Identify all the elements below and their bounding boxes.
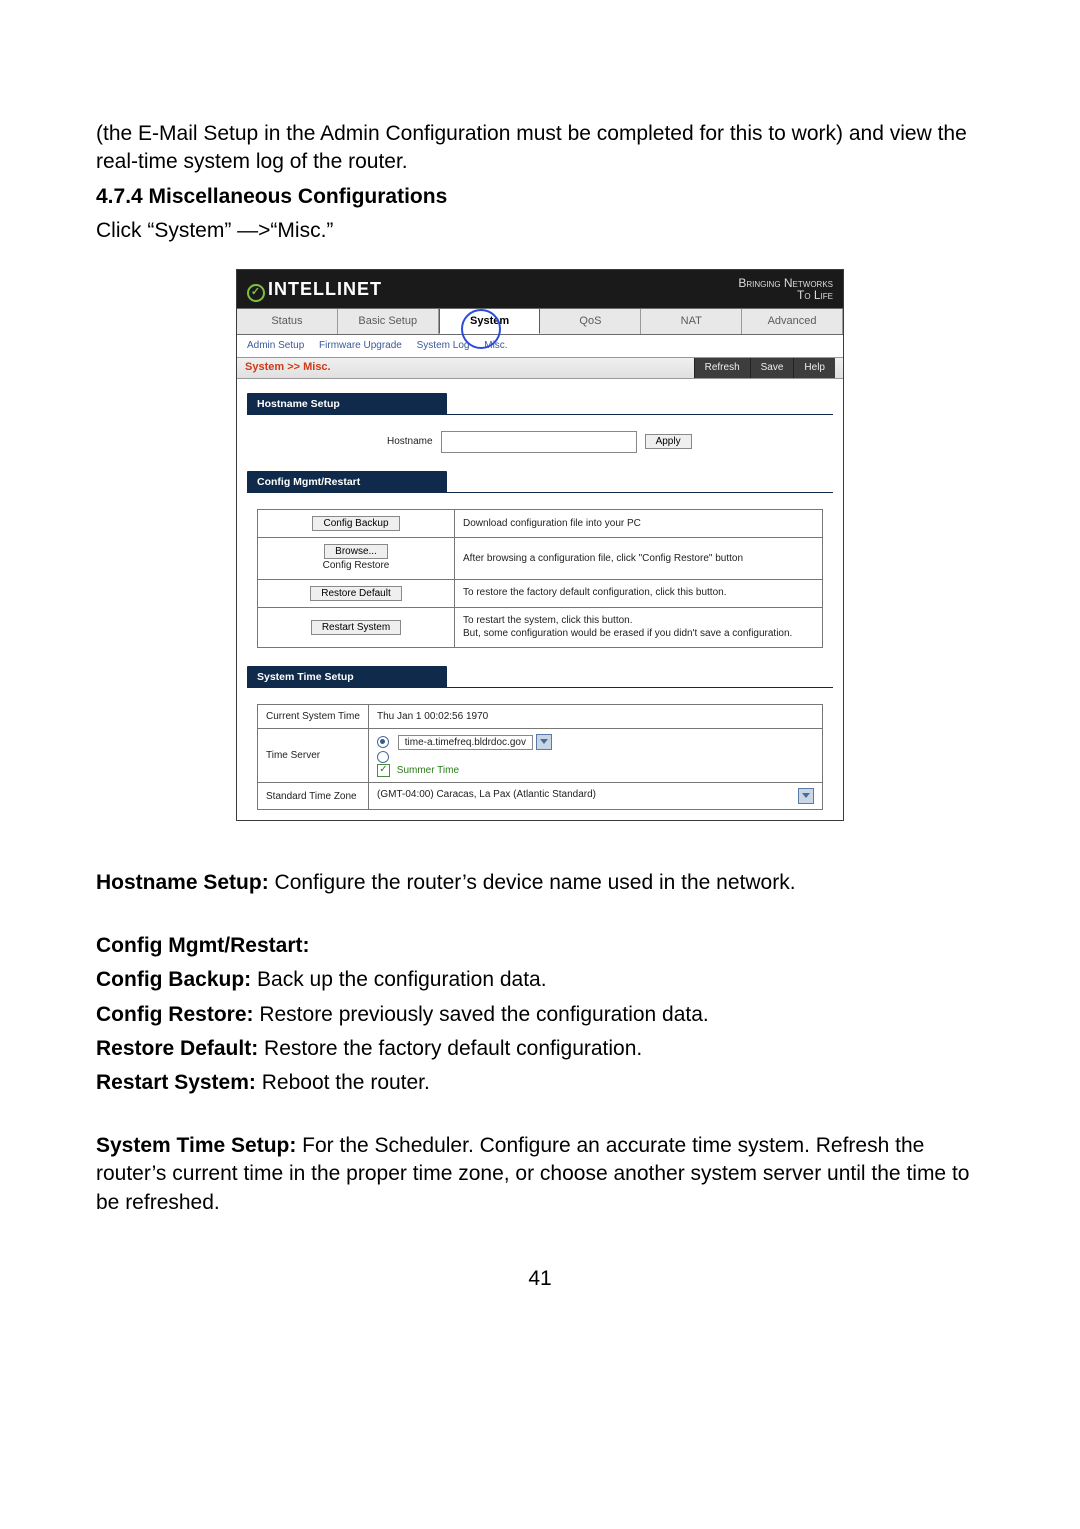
tab-basic-setup[interactable]: Basic Setup [338, 309, 439, 334]
hostname-label: Hostname [387, 435, 433, 449]
subnav-firmware-upgrade[interactable]: Firmware Upgrade [319, 340, 402, 351]
desc-time: System Time Setup: For the Scheduler. Co… [96, 1132, 984, 1217]
summer-time-checkbox[interactable]: ✓ [377, 764, 390, 777]
restart-system-button[interactable]: Restart System [311, 620, 401, 635]
table-row: Restore Default To restore the factory d… [258, 579, 823, 607]
subnav-admin-setup[interactable]: Admin Setup [247, 340, 304, 351]
browse-button[interactable]: Browse... [324, 544, 388, 559]
config-backup-desc: Download configuration file into your PC [455, 510, 823, 538]
tab-nat[interactable]: NAT [641, 309, 742, 334]
config-backup-button[interactable]: Config Backup [312, 516, 399, 531]
time-server-radio-2[interactable] [377, 751, 389, 763]
time-table: Current System Time Thu Jan 1 00:02:56 1… [257, 704, 823, 811]
config-restore-desc: After browsing a configuration file, cli… [455, 538, 823, 580]
check-icon: ✓ [247, 284, 265, 302]
save-button[interactable]: Save [750, 358, 794, 378]
timezone-value: (GMT-04:00) Caracas, La Pax (Atlantic St… [377, 789, 596, 800]
panel-config-header: Config Mgmt/Restart [247, 471, 447, 493]
table-row: Browse... Config Restore After browsing … [258, 538, 823, 580]
table-row: Config Backup Download configuration fil… [258, 510, 823, 538]
sub-nav: Admin Setup Firmware Upgrade System Log … [237, 335, 843, 357]
banner: ✓INTELLINET Bringing NetworksTo Life [237, 270, 843, 308]
time-server-radio-1[interactable] [377, 736, 389, 748]
desc-hostname: Hostname Setup: Configure the router’s d… [96, 869, 984, 897]
restore-default-desc: To restore the factory default configura… [455, 579, 823, 607]
page-number: 41 [96, 1265, 984, 1293]
table-row: Current System Time Thu Jan 1 00:02:56 1… [258, 704, 823, 729]
subnav-system-log[interactable]: System Log [417, 340, 470, 351]
main-tabs: Status Basic Setup System QoS NAT Advanc… [237, 308, 843, 335]
action-buttons: Refresh Save Help [694, 358, 835, 378]
time-server-dropdown[interactable] [536, 734, 552, 750]
tab-status[interactable]: Status [237, 309, 338, 334]
document-page: (the E-Mail Setup in the Admin Configura… [0, 0, 1080, 1529]
desc-default: Restore Default: Restore the factory def… [96, 1035, 984, 1063]
current-time-label: Current System Time [258, 704, 369, 729]
panel-hostname-header: Hostname Setup [247, 393, 447, 415]
time-server-value: time-a.timefreq.bldrdoc.gov [398, 735, 533, 750]
desc-restart: Restart System: Reboot the router. [96, 1069, 984, 1097]
brand-tagline: Bringing NetworksTo Life [738, 277, 833, 302]
current-time-value: Thu Jan 1 00:02:56 1970 [369, 704, 823, 729]
desc-config-head: Config Mgmt/Restart: [96, 932, 984, 960]
tab-advanced[interactable]: Advanced [742, 309, 843, 334]
tab-qos[interactable]: QoS [540, 309, 641, 334]
breadcrumb: System >> Misc. [245, 360, 331, 375]
hostname-row: Hostname Apply [387, 431, 833, 453]
refresh-button[interactable]: Refresh [694, 358, 750, 378]
summer-time-label: Summer Time [397, 765, 459, 776]
screenshot-body: Hostname Setup Hostname Apply Config Mgm… [237, 387, 843, 821]
desc-restore: Config Restore: Restore previously saved… [96, 1001, 984, 1029]
time-server-label: Time Server [258, 729, 369, 783]
table-row: Restart System To restart the system, cl… [258, 607, 823, 647]
brand-text: INTELLINET [268, 279, 382, 299]
config-restore-label: Config Restore [323, 560, 390, 571]
apply-button[interactable]: Apply [645, 434, 692, 449]
restart-system-desc: To restart the system, click this button… [455, 607, 823, 647]
panel-time-header: System Time Setup [247, 666, 447, 688]
table-row: Standard Time Zone (GMT-04:00) Caracas, … [258, 783, 823, 810]
intro-paragraph: (the E-Mail Setup in the Admin Configura… [96, 120, 984, 177]
restore-default-button[interactable]: Restore Default [310, 586, 401, 601]
section-heading: 4.7.4 Miscellaneous Configurations [96, 183, 984, 211]
help-button[interactable]: Help [793, 358, 835, 378]
timezone-dropdown[interactable] [798, 788, 814, 804]
hostname-input[interactable] [441, 431, 637, 453]
instruction-line: Click “System” —>“Misc.” [96, 217, 984, 245]
table-row: Time Server time-a.timefreq.bldrdoc.gov … [258, 729, 823, 783]
brand-logo: ✓INTELLINET [247, 277, 382, 302]
config-table: Config Backup Download configuration fil… [257, 509, 823, 648]
router-screenshot: ✓INTELLINET Bringing NetworksTo Life Sta… [236, 269, 844, 821]
desc-backup: Config Backup: Back up the configuration… [96, 966, 984, 994]
breadcrumb-row: System >> Misc. Refresh Save Help [237, 357, 843, 379]
timezone-label: Standard Time Zone [258, 783, 369, 810]
